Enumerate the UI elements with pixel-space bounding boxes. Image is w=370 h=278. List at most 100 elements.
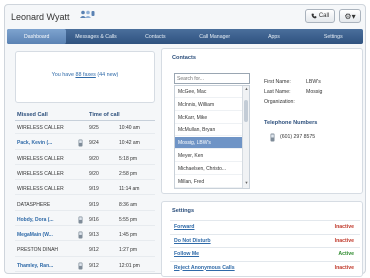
setting-link[interactable]: Follow Me (174, 251, 199, 257)
contact-list-item[interactable]: Meyer, Ken (175, 150, 243, 162)
table-row[interactable]: WIRELESS CALLER 9/20 5:18 pm (15, 153, 155, 165)
column-header-missed-call[interactable]: Missed Call (17, 112, 48, 118)
call-time: 1:45 pm (119, 232, 138, 239)
phone-icon[interactable] (78, 231, 83, 239)
phone-icon[interactable] (78, 139, 83, 147)
username: Leonard Wyatt (11, 12, 70, 22)
tab-apps[interactable]: Apps (244, 29, 303, 44)
settings-panel: Settings Forward Inactive Do Not Disturb In… (161, 201, 363, 277)
last-name-value: Mossig (306, 89, 323, 95)
missed-calls-header: Missed Call Time of call (15, 109, 155, 121)
settings-menu-button[interactable]: ⚙ ▾ (339, 9, 361, 23)
contact-list-item[interactable]: McMullan, Bryan (175, 124, 243, 137)
faxes-link[interactable]: 88 faxes (75, 72, 95, 78)
table-row[interactable]: MegaMain (W... 9/13 1:45 pm (15, 229, 155, 242)
phone-icon (311, 13, 317, 19)
tab-messages-calls[interactable]: Messages & Calls (66, 29, 125, 44)
call-date: 9/25 (89, 125, 99, 131)
call-date: 9/24 (89, 140, 99, 147)
table-row[interactable]: Hobdy, Dora (... 9/16 5:55 pm (15, 214, 155, 227)
messages-summary: You have 88 faxes (44 new) (15, 51, 155, 103)
first-name-value: LBW's (306, 79, 321, 85)
caller-name: WIRELESS CALLER (17, 155, 64, 162)
users-icon[interactable] (79, 10, 95, 18)
call-date: 9/19 (89, 201, 99, 208)
table-row[interactable]: Thamley, Ran... 9/12 12:01 pm (15, 260, 155, 272)
column-header-time[interactable]: Time of call (89, 112, 120, 118)
scroll-up-icon[interactable]: ▲ (243, 86, 249, 93)
messages-prefix: You have (51, 72, 76, 78)
caller-name: WIRELESS CALLER (17, 125, 64, 131)
messages-summary-text: You have 88 faxes (44 new) (16, 72, 154, 78)
call-date: 9/19 (89, 186, 99, 193)
first-name-label: First Name: (264, 79, 291, 85)
scrollbar-thumb[interactable] (244, 100, 248, 122)
contact-list-item[interactable]: Millan, Fred (175, 176, 243, 188)
main-nav: Dashboard Messages & Calls Contacts Call… (7, 29, 363, 44)
call-date: 9/13 (89, 232, 99, 239)
status-badge: Inactive (334, 224, 354, 230)
chevron-down-icon: ▾ (351, 11, 356, 21)
status-badge: Inactive (334, 264, 354, 271)
missed-calls-table: Missed Call Time of call WIRELESS CALLER… (15, 109, 155, 277)
call-time: 11:14 am (119, 186, 140, 193)
call-time: 10:42 am (119, 140, 140, 147)
scroll-down-icon[interactable]: ▼ (243, 180, 249, 187)
messages-suffix: (44 new) (95, 72, 119, 78)
table-row[interactable]: PRESTON DINAH 9/12 1:27 pm (15, 244, 155, 257)
call-time: 2:58 pm (119, 170, 138, 177)
setting-link[interactable]: Reject Anonymous Calls (174, 265, 235, 271)
contact-list-item[interactable]: McGee, Mac (175, 86, 243, 98)
call-time: 5:18 pm (119, 155, 138, 162)
status-badge: Inactive (334, 237, 354, 244)
contact-list-scrollbar[interactable]: ▲ ▼ (242, 86, 249, 188)
tab-contacts[interactable]: Contacts (126, 29, 185, 44)
caller-name[interactable]: Hobdy, Dora (... (17, 217, 54, 223)
phone-icon[interactable] (270, 133, 275, 142)
caller-name[interactable]: MegaMain (W... (17, 232, 53, 238)
caller-name[interactable]: Thamley, Ran... (17, 263, 53, 269)
caller-name: WIRELESS CALLER (17, 170, 64, 177)
call-time: 5:55 pm (119, 216, 138, 223)
contact-list-item[interactable]: McKarr, Mike (175, 112, 243, 124)
organization-label: Organization: (264, 99, 295, 105)
caller-name: DATASPHERE (17, 201, 51, 208)
status-badge: Active (338, 251, 354, 257)
call-time: 10:40 am (119, 125, 140, 131)
contact-list-item[interactable]: Michaelsen, Christo... (175, 163, 243, 175)
settings-row: Follow Me Active (170, 247, 360, 259)
contacts-title: Contacts (172, 55, 196, 61)
contact-list-item[interactable]: Mossig, LBW's (175, 137, 243, 150)
table-row[interactable]: DATASPHERE 9/19 8:36 am (15, 199, 155, 211)
table-row[interactable]: WIRELESS CALLER 9/20 2:58 pm (15, 168, 155, 181)
table-row[interactable]: WIRELESS CALLER 9/25 10:40 am (15, 122, 155, 135)
setting-link[interactable]: Forward (174, 224, 194, 230)
tab-settings[interactable]: Settings (304, 29, 363, 44)
call-date: 9/12 (89, 247, 99, 254)
table-row[interactable]: WIRELESS CALLER 9/19 11:14 am (15, 183, 155, 196)
telephone-number[interactable]: (601) 297 8575 (280, 134, 315, 140)
call-button[interactable]: Call (305, 9, 335, 23)
caller-name[interactable]: Pack, Kevin (... (17, 140, 52, 146)
phone-icon[interactable] (78, 262, 83, 270)
settings-row: Do Not Disturb Inactive (170, 233, 360, 246)
call-time: 1:27 pm (119, 247, 138, 254)
tab-call-manager[interactable]: Call Manager (185, 29, 244, 44)
caller-name: WIRELESS CALLER (17, 186, 64, 193)
call-date: 9/20 (89, 155, 99, 162)
app-frame: Leonard Wyatt Call ⚙ ▾ Dashboard Messages… (4, 4, 366, 277)
settings-title: Settings (172, 208, 195, 214)
setting-link[interactable]: Do Not Disturb (174, 238, 211, 244)
contact-list-item[interactable]: McInnis, William (175, 99, 243, 111)
call-time: 12:01 pm (119, 262, 140, 269)
gear-icon: ⚙ (344, 11, 352, 21)
call-time: 8:36 am (119, 201, 138, 208)
table-row[interactable]: Pack, Kevin (... 9/24 10:42 am (15, 137, 155, 150)
call-date: 9/12 (89, 262, 99, 269)
last-name-label: Last Name: (264, 89, 291, 95)
phone-icon[interactable] (78, 216, 83, 224)
settings-row: Forward Inactive (170, 220, 360, 232)
contact-search-input[interactable] (174, 73, 250, 84)
caller-name: PRESTON DINAH (17, 247, 59, 254)
tab-dashboard[interactable]: Dashboard (7, 29, 67, 44)
